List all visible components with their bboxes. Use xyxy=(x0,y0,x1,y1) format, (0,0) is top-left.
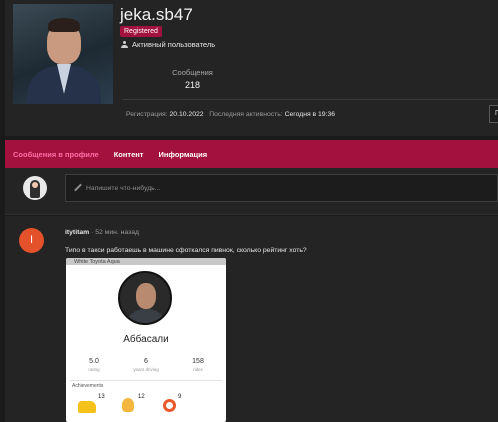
last-activity-value: Сегодня в 19:36 xyxy=(284,111,336,118)
messages-stat-label: Сообщения xyxy=(172,68,213,77)
stat-label: rating xyxy=(88,367,100,372)
composer-placeholder: Напишите что-нибудь... xyxy=(86,184,161,192)
profile-meta: Регистрация: 20.10.2022 Последняя активн… xyxy=(126,111,335,118)
post-text: Типо в такси работаешь в машине сфоткалс… xyxy=(65,247,307,254)
post-header: itytitam · 52 мин. назад xyxy=(65,229,139,236)
post-image[interactable]: White Toyota Aqua Аббасали 5.0 rating 6 … xyxy=(66,258,226,422)
achievement-count: 13 xyxy=(98,394,105,400)
follow-button[interactable]: По xyxy=(489,105,498,123)
image-top-text: White Toyota Aqua xyxy=(66,258,226,265)
profile-header: jeka.sb47 Registered Активный пользовате… xyxy=(5,0,498,136)
registration-label: Регистрация: xyxy=(126,111,168,118)
last-activity-label: Последняя активность: xyxy=(209,111,283,118)
driver-stat-rating: 5.0 rating xyxy=(74,358,114,372)
driver-stat-years: 6 years driving xyxy=(126,358,166,372)
stat-label: rides xyxy=(193,367,203,372)
achievement-count: 9 xyxy=(178,394,182,400)
driver-body xyxy=(126,309,166,323)
stat-value: 158 xyxy=(192,358,204,365)
stat-value: 6 xyxy=(144,358,148,365)
avatar-face xyxy=(32,182,38,188)
avatar-hair xyxy=(48,18,80,32)
driver-stat-rides: 158 rides xyxy=(178,358,218,372)
profile-avatar[interactable] xyxy=(13,4,113,104)
pencil-icon xyxy=(74,184,82,192)
car-icon xyxy=(78,401,96,413)
profile-post: I itytitam · 52 мин. назад Типо в такси … xyxy=(5,216,498,422)
post-time[interactable]: · 52 мин. назад xyxy=(91,229,139,236)
tab-content[interactable]: Контент xyxy=(106,140,151,168)
profile-username: jeka.sb47 xyxy=(120,5,193,24)
post-author[interactable]: itytitam xyxy=(65,229,89,236)
stat-label: years driving xyxy=(133,367,159,372)
image-divider xyxy=(70,380,222,381)
user-icon xyxy=(121,41,128,48)
current-user-avatar[interactable] xyxy=(23,176,47,200)
achievements-label: Achievements xyxy=(72,383,104,389)
tab-information[interactable]: Информация xyxy=(150,140,214,168)
stat-value: 5.0 xyxy=(89,358,99,365)
registration-date: 20.10.2022 xyxy=(169,111,204,118)
tab-profile-posts[interactable]: Сообщения в профиле xyxy=(5,140,106,168)
post-composer: Напишите что-нибудь... xyxy=(5,168,498,215)
target-icon xyxy=(163,399,176,412)
messages-stat-value[interactable]: 218 xyxy=(120,80,265,90)
profile-tabs: Сообщения в профиле Контент Информация xyxy=(5,140,498,168)
achievement-count: 12 xyxy=(138,394,145,400)
driver-photo xyxy=(118,271,172,325)
user-badge: Registered xyxy=(120,26,162,37)
thumbs-up-icon xyxy=(122,398,134,412)
header-divider xyxy=(122,99,498,100)
user-status-text: Активный пользователь xyxy=(132,40,216,49)
composer-input[interactable]: Напишите что-нибудь... xyxy=(65,174,498,202)
driver-face xyxy=(136,283,156,309)
post-author-avatar[interactable]: I xyxy=(19,228,44,253)
driver-name: Аббасали xyxy=(123,334,169,345)
user-status: Активный пользователь xyxy=(121,40,215,49)
